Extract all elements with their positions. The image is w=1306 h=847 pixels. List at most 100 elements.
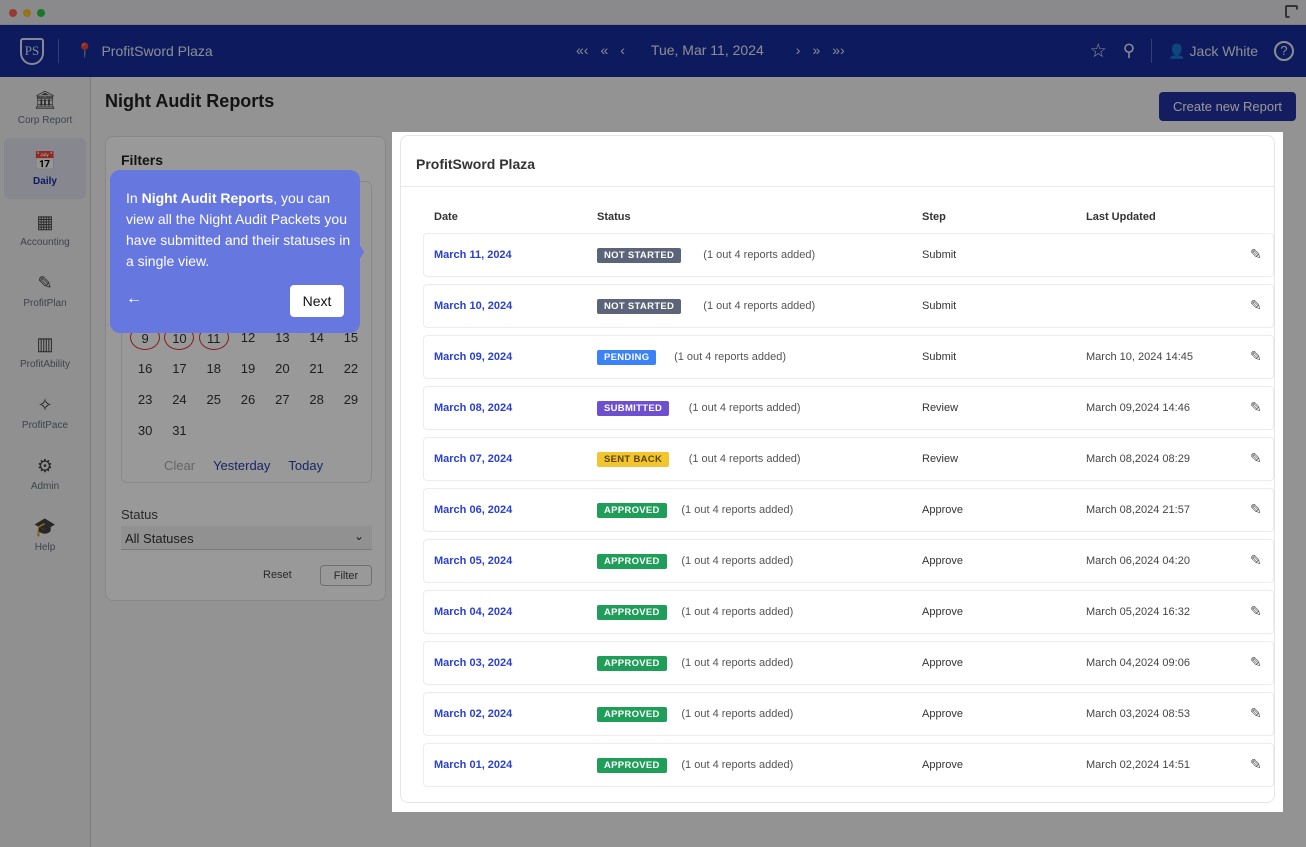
calendar-day[interactable]: 22 <box>334 356 368 381</box>
report-date-link[interactable]: March 08, 2024 <box>434 402 512 414</box>
report-date-link[interactable]: March 04, 2024 <box>434 606 512 618</box>
last-updated: March 04,2024 09:06 <box>1086 657 1190 669</box>
report-date-link[interactable]: March 03, 2024 <box>434 657 512 669</box>
pencil-icon[interactable]: ✎ <box>1250 705 1262 722</box>
step: Approve <box>922 606 963 618</box>
sidebar-item-corp-report[interactable]: 🏛 Corp Report <box>0 77 90 138</box>
sidebar-item-daily[interactable]: 📅 Daily <box>4 138 86 199</box>
calendar-day[interactable]: 20 <box>265 356 299 381</box>
maximize-window-button[interactable] <box>37 9 45 17</box>
fullscreen-icon[interactable] <box>1285 5 1298 18</box>
pencil-icon[interactable]: ✎ <box>1250 246 1262 263</box>
clear-button[interactable]: Clear <box>164 458 195 473</box>
calendar-day[interactable]: 18 <box>197 356 231 381</box>
calendar-day[interactable]: 31 <box>162 418 196 443</box>
next-button[interactable]: Next <box>290 285 344 317</box>
pencil-icon[interactable]: ✎ <box>1250 450 1262 467</box>
last-updated: March 05,2024 16:32 <box>1086 606 1190 618</box>
sidebar-item-help[interactable]: 🎓 Help <box>0 504 90 565</box>
report-date-link[interactable]: March 09, 2024 <box>434 351 512 363</box>
calendar-day[interactable]: 28 <box>299 387 333 412</box>
report-date-link[interactable]: March 10, 2024 <box>434 300 512 312</box>
arrow-left-icon[interactable]: ← <box>126 290 142 308</box>
search-icon[interactable]: ⚲ <box>1123 41 1135 61</box>
calendar-day[interactable]: 17 <box>162 356 196 381</box>
profitpace-icon: ✧ <box>37 394 53 415</box>
report-date-link[interactable]: March 02, 2024 <box>434 708 512 720</box>
calendar-day[interactable]: 30 <box>128 418 162 443</box>
minimize-window-button[interactable] <box>23 9 31 17</box>
reports-count: (1 out 4 reports added) <box>681 759 794 771</box>
top-header: PS 📍 ProfitSword Plaza «‹ « ‹ Tue, Mar 11… <box>0 25 1306 77</box>
user-menu[interactable]: 👤 Jack White <box>1168 43 1258 60</box>
sidebar-item-profitpace[interactable]: ✧ ProfitPace <box>0 382 90 443</box>
date-navigator: «‹ « ‹ Tue, Mar 11, 2024 › » »› <box>576 42 845 58</box>
calendar-day[interactable]: 24 <box>162 387 196 412</box>
table-row: March 08, 2024 SUBMITTED (1 out 4 report… <box>423 386 1274 430</box>
column-header-step: Step <box>922 211 946 223</box>
create-report-button[interactable]: Create new Report <box>1159 92 1296 121</box>
calendar-day[interactable]: 26 <box>231 387 265 412</box>
location-selector[interactable]: 📍 ProfitSword Plaza <box>76 42 213 59</box>
pencil-icon[interactable]: ✎ <box>1250 603 1262 620</box>
calendar-day[interactable]: 27 <box>265 387 299 412</box>
today-button[interactable]: Today <box>288 458 323 473</box>
profitsword-logo[interactable]: PS <box>20 38 44 65</box>
calendar-day[interactable]: 19 <box>231 356 265 381</box>
pencil-icon[interactable]: ✎ <box>1250 552 1262 569</box>
star-icon[interactable]: ☆ <box>1090 40 1107 63</box>
reset-button[interactable]: Reset <box>263 569 292 581</box>
pencil-icon[interactable]: ✎ <box>1250 654 1262 671</box>
admin-icon: ⚙ <box>36 455 54 476</box>
pencil-icon[interactable]: ✎ <box>1250 756 1262 773</box>
calendar-day[interactable]: 21 <box>299 356 333 381</box>
calendar-day[interactable]: 16 <box>128 356 162 381</box>
report-date-link[interactable]: March 11, 2024 <box>434 249 512 261</box>
reports-count: (1 out 4 reports added) <box>688 453 801 465</box>
corp-report-icon: 🏛 <box>33 89 57 110</box>
status-select[interactable]: All Statuses ⌄ <box>121 526 372 550</box>
pencil-icon[interactable]: ✎ <box>1250 297 1262 314</box>
accounting-icon: ▦ <box>36 211 54 232</box>
filter-button[interactable]: Filter <box>320 565 372 586</box>
reports-count: (1 out 4 reports added) <box>688 402 801 414</box>
sidebar-item-profitplan[interactable]: ✎ ProfitPlan <box>0 260 90 321</box>
report-date-link[interactable]: March 06, 2024 <box>434 504 512 516</box>
sidebar-item-admin[interactable]: ⚙ Admin <box>0 443 90 504</box>
calendar-day[interactable]: 29 <box>334 387 368 412</box>
reports-count: (1 out 4 reports added) <box>703 300 816 312</box>
table-row: March 01, 2024 APPROVED (1 out 4 reports… <box>423 743 1274 787</box>
reports-count: (1 out 4 reports added) <box>681 708 794 720</box>
sidebar-item-profitability[interactable]: ▥ ProfitAbility <box>0 321 90 382</box>
divider <box>58 39 59 63</box>
tooltip-text: In Night Audit Reports, you can view all… <box>126 190 351 269</box>
page-title: Night Audit Reports <box>105 91 275 111</box>
sidebar: 🏛 Corp Report 📅 Daily ▦ Accounting ✎ ProfitPlan… <box>0 77 91 847</box>
forward-month-icon[interactable]: »› <box>832 42 844 58</box>
report-date-link[interactable]: March 07, 2024 <box>434 453 512 465</box>
back-week-icon[interactable]: « <box>600 42 608 58</box>
pencil-icon[interactable]: ✎ <box>1250 501 1262 518</box>
current-date[interactable]: Tue, Mar 11, 2024 <box>651 42 764 58</box>
sidebar-item-label: ProfitAbility <box>19 358 70 370</box>
forward-day-icon[interactable]: › <box>796 42 801 58</box>
calendar-day[interactable]: 23 <box>128 387 162 412</box>
daily-icon: 📅 <box>33 150 57 171</box>
close-window-button[interactable] <box>9 9 17 17</box>
status-badge: APPROVED <box>597 503 667 518</box>
pencil-icon[interactable]: ✎ <box>1250 348 1262 365</box>
last-updated: March 08,2024 21:57 <box>1086 504 1190 516</box>
calendar-day[interactable]: 25 <box>197 387 231 412</box>
yesterday-button[interactable]: Yesterday <box>213 458 270 473</box>
report-date-link[interactable]: March 05, 2024 <box>434 555 512 567</box>
sidebar-item-accounting[interactable]: ▦ Accounting <box>0 199 90 260</box>
help-icon[interactable]: ? <box>1274 41 1294 61</box>
pencil-icon[interactable]: ✎ <box>1250 399 1262 416</box>
forward-week-icon[interactable]: » <box>812 42 820 58</box>
onboarding-tooltip: In Night Audit Reports, you can view all… <box>110 170 364 333</box>
step: Submit <box>922 249 957 261</box>
report-date-link[interactable]: March 01, 2024 <box>434 759 512 771</box>
back-day-icon[interactable]: ‹ <box>620 42 625 58</box>
back-month-icon[interactable]: «‹ <box>576 42 588 58</box>
step: Submit <box>922 351 957 363</box>
